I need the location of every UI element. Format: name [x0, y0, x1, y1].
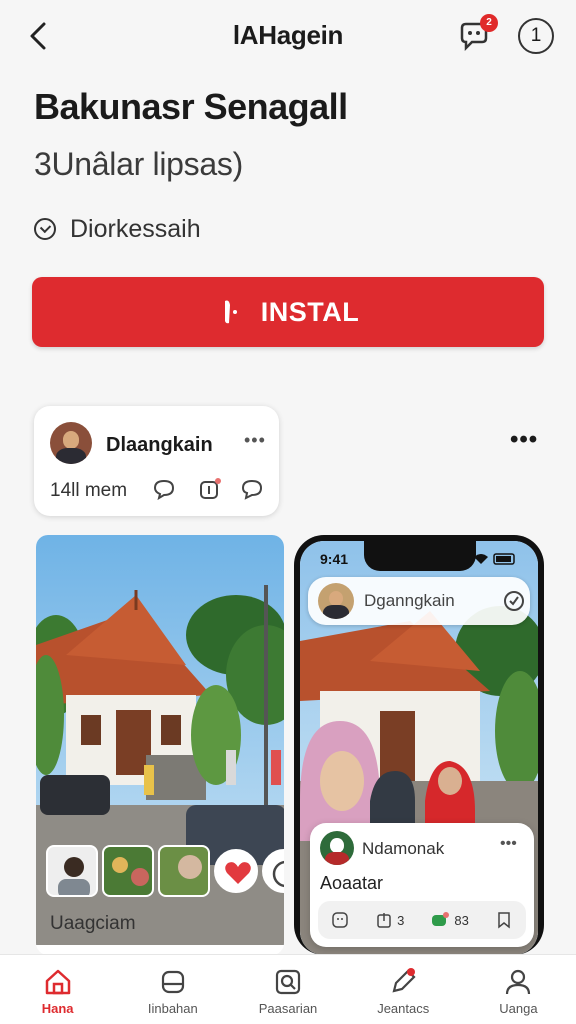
author-avatar [50, 422, 92, 464]
phone-card-avatar [320, 831, 354, 865]
tab-home[interactable]: Hana [0, 955, 115, 1024]
app-subtitle: 3Unâlar lipsas) [34, 146, 243, 182]
phone-profile-name: Dganngkain [364, 591, 455, 610]
phone-card-subtitle: Aoaatar [320, 873, 384, 893]
status-time: 9:41 [320, 551, 349, 567]
check-circle-icon [34, 218, 56, 240]
more-options-button[interactable]: ••• [510, 426, 538, 454]
install-label: INSTAL [260, 296, 360, 327]
like-icon[interactable] [198, 478, 222, 500]
timer-icon[interactable] [262, 849, 284, 893]
download-status: Diorkessaih [34, 212, 201, 246]
thumbnail-flowers[interactable] [102, 845, 154, 897]
chat-count: 83 [454, 912, 469, 928]
notification-badge: 2 [480, 14, 498, 32]
phone-card-menu[interactable]: ••• [500, 835, 517, 853]
post-card[interactable]: Dlaangkain ••• 14ll mem [34, 406, 279, 516]
photo-card[interactable]: Uaagciam [36, 535, 284, 955]
top-bar: lAHagein 2 1 [0, 0, 576, 72]
chat-button[interactable]: 83 [430, 911, 469, 929]
info-button[interactable]: 1 [518, 18, 554, 54]
emoji-icon [332, 912, 348, 928]
post-meta: 14ll mem [50, 480, 128, 501]
heart-reaction-icon[interactable] [214, 849, 258, 893]
post-menu-button[interactable]: ••• [244, 430, 266, 451]
bookmark-button[interactable] [495, 911, 513, 929]
chat-icon [432, 912, 450, 926]
bookmark-icon [498, 912, 510, 929]
phone-avatar [318, 583, 354, 619]
notification-button[interactable]: 2 [456, 14, 498, 54]
tab-inbox[interactable]: Iinbahan [115, 955, 230, 1024]
phone-card-name: Ndamonak [362, 839, 445, 858]
tab-home-label: Hana [41, 1001, 74, 1016]
status-icons [450, 551, 520, 568]
home-icon [45, 969, 70, 995]
emoji-button[interactable] [331, 911, 349, 929]
share-button[interactable]: 3 [375, 911, 404, 929]
photo-caption: Uaagciam [50, 913, 136, 934]
notes-icon [392, 968, 416, 993]
thumbnail-strip [46, 845, 284, 897]
phone-profile-bar[interactable]: Dganngkain [308, 577, 530, 625]
app-title: Bakunasr Senagall [34, 86, 348, 127]
tab-profile-label: Uanga [499, 1001, 538, 1016]
signal-wifi-battery-icon [454, 553, 515, 565]
phone-mockup: 9:41 Dganngkain Ndamonak ••• Aoaatar 3 8… [294, 535, 544, 955]
post-author: Dlaangkain [106, 434, 213, 456]
tab-notes-label: Jeantacs [377, 1001, 430, 1016]
tab-profile[interactable]: Uanga [461, 955, 576, 1024]
thumbnail-person[interactable] [46, 845, 98, 897]
reply-icon[interactable] [240, 478, 264, 500]
bottom-tab-bar: Hana Iinbahan Paasarian Jeantacs Uanga [0, 954, 576, 1024]
profile-icon [506, 969, 531, 995]
phone-post-card[interactable]: Ndamonak ••• Aoaatar 3 83 [310, 823, 534, 947]
install-button[interactable]: INSTAL [32, 277, 544, 347]
phone-card-actions: 3 83 [318, 901, 526, 939]
inbox-icon [161, 970, 184, 994]
tab-search-label: Paasarian [258, 1001, 318, 1016]
refresh-icon[interactable] [502, 589, 526, 613]
share-icon [377, 913, 391, 928]
thumbnail-garden[interactable] [158, 845, 210, 897]
install-icon [224, 300, 237, 324]
comment-icon[interactable] [152, 478, 176, 500]
share-count: 3 [397, 912, 405, 928]
tab-search[interactable]: Paasarian [230, 955, 345, 1024]
phone-screen: 9:41 Dganngkain Ndamonak ••• Aoaatar 3 8… [300, 541, 538, 955]
tab-inbox-label: Iinbahan [147, 1001, 198, 1016]
tab-notes[interactable]: Jeantacs [346, 955, 461, 1024]
search-icon [275, 969, 301, 995]
download-status-text: Diorkessaih [70, 214, 201, 243]
